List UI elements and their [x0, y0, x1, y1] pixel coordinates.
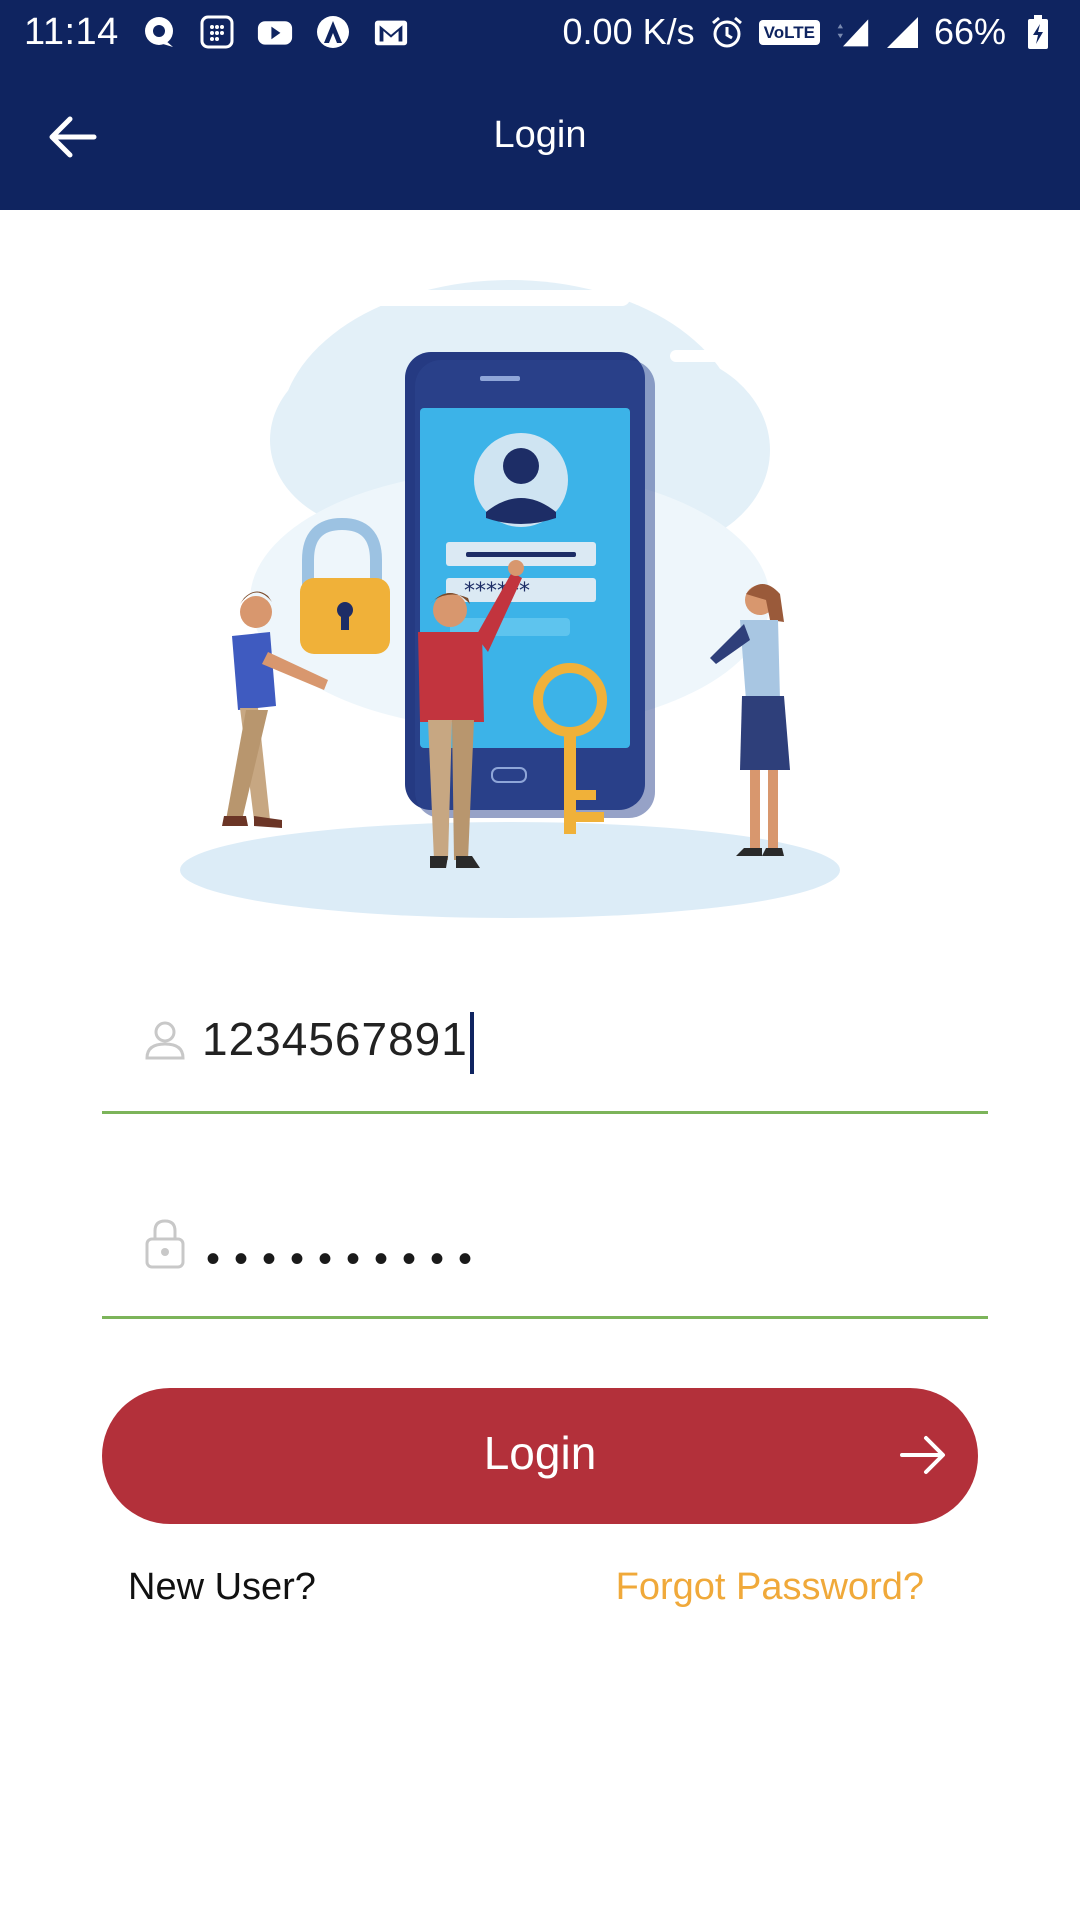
battery-charging-icon	[1020, 14, 1056, 50]
status-time: 11:14	[24, 10, 119, 53]
login-illustration: ******	[150, 260, 870, 950]
app-bar: Login	[0, 64, 1080, 210]
login-button-label: Login	[483, 1427, 597, 1479]
app-a-icon	[315, 14, 351, 50]
alarm-icon	[709, 14, 745, 50]
text-caret	[469, 1012, 474, 1074]
page-title: Login	[493, 114, 587, 156]
signal-4g-icon	[834, 14, 870, 50]
status-right: 0.00 K/s VoLTE 66%	[563, 11, 1056, 53]
calculator-icon	[199, 14, 235, 50]
volte-badge: VoLTE	[758, 19, 820, 45]
signal-icon	[884, 14, 920, 50]
mobile-number-field[interactable]: 1234567891	[102, 1004, 988, 1114]
password-input[interactable]: ••••••••••	[206, 1239, 486, 1279]
user-icon	[142, 1014, 188, 1066]
chat-bubble-icon	[141, 14, 177, 50]
network-speed: 0.00 K/s	[562, 11, 695, 52]
new-user-link[interactable]: New User?	[128, 1566, 316, 1609]
gmail-icon	[373, 14, 409, 50]
battery-percent: 66%	[933, 11, 1006, 52]
forgot-password-link[interactable]: Forgot Password?	[616, 1566, 924, 1609]
mobile-number-input[interactable]: 1234567891	[202, 1012, 474, 1074]
notification-icons	[141, 14, 409, 50]
youtube-icon	[257, 14, 293, 50]
status-bar: 11:14 0.00 K/s VoLTE 66%	[0, 0, 1080, 64]
lock-icon	[142, 1217, 188, 1269]
password-field[interactable]: ••••••••••	[102, 1209, 988, 1319]
login-form: 1234567891 ••••••••••	[0, 1004, 1080, 1324]
arrow-right-icon	[900, 1436, 945, 1474]
login-button[interactable]: Login	[102, 1388, 978, 1524]
